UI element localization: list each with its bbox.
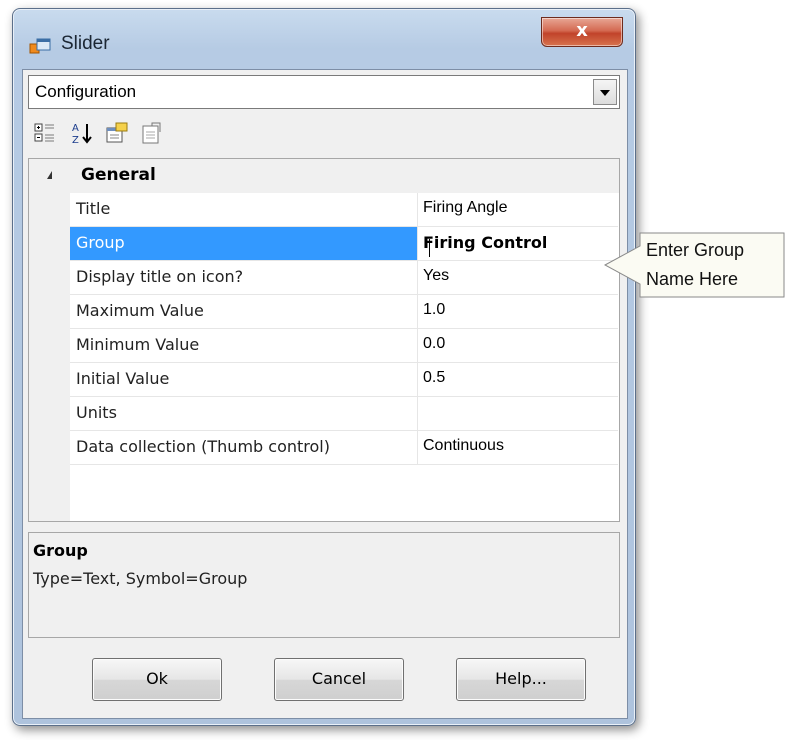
- property-grid-gutter: [29, 159, 70, 521]
- property-value[interactable]: Continuous: [423, 437, 504, 455]
- property-pages-icon[interactable]: [104, 120, 130, 146]
- cancel-button[interactable]: Cancel: [274, 658, 404, 701]
- property-name: Data collection (Thumb control): [76, 437, 330, 456]
- title-bar[interactable]: Slider x: [13, 9, 635, 69]
- text-caret: [429, 239, 430, 257]
- annotation-callout: Enter Group Name Here: [604, 232, 785, 298]
- category-row-general[interactable]: General: [29, 159, 619, 193]
- property-value[interactable]: 0.5: [423, 369, 445, 387]
- property-name: Group: [76, 233, 125, 252]
- group-value-text: Firing Control: [423, 233, 548, 252]
- property-row-units[interactable]: Units: [70, 397, 618, 431]
- category-label: General: [81, 165, 156, 185]
- property-row-display-title[interactable]: Display title on icon? Yes: [70, 261, 618, 295]
- property-pages-disabled-icon[interactable]: [138, 120, 164, 146]
- close-button[interactable]: x: [541, 17, 623, 47]
- property-name: Maximum Value: [76, 301, 204, 320]
- property-row-data-collection[interactable]: Data collection (Thumb control) Continuo…: [70, 431, 618, 465]
- help-button[interactable]: Help...: [456, 658, 586, 701]
- slider-dialog-window: Slider x Configuration A Z General Title…: [12, 8, 636, 726]
- group-value-input[interactable]: Firing Control: [423, 233, 548, 257]
- description-title: Group: [33, 541, 88, 560]
- categorized-icon[interactable]: [32, 120, 58, 146]
- callout-line-2: Name Here: [646, 269, 739, 289]
- property-row-minimum-value[interactable]: Minimum Value 0.0: [70, 329, 618, 363]
- collapse-triangle-icon[interactable]: [47, 171, 52, 179]
- property-name: Minimum Value: [76, 335, 200, 354]
- property-toolbar: A Z: [28, 114, 618, 154]
- dialog-client-area: Configuration A Z General Title Firing A…: [22, 69, 628, 719]
- app-window-icon: [29, 38, 51, 54]
- svg-text:A: A: [72, 123, 79, 134]
- object-selector-combo[interactable]: Configuration: [28, 75, 620, 109]
- object-selector-value: Configuration: [35, 82, 137, 101]
- property-grid: General Title Firing Angle Group Firing …: [28, 158, 620, 522]
- property-value[interactable]: Yes: [423, 267, 449, 285]
- alphabetical-sort-icon[interactable]: A Z: [70, 120, 96, 146]
- property-row-group[interactable]: Group Firing Control: [70, 227, 618, 261]
- window-title: Slider: [61, 33, 110, 54]
- property-value[interactable]: Firing Angle: [423, 199, 508, 217]
- callout-line-1: Enter Group: [646, 240, 745, 260]
- property-value[interactable]: 0.0: [423, 335, 445, 353]
- property-value[interactable]: 1.0: [423, 301, 445, 319]
- property-row-title[interactable]: Title Firing Angle: [70, 193, 618, 227]
- property-row-initial-value[interactable]: Initial Value 0.5: [70, 363, 618, 397]
- callout-text: Enter Group Name Here: [646, 236, 744, 294]
- description-panel: Group Type=Text, Symbol=Group: [28, 532, 620, 638]
- property-name: Units: [76, 403, 117, 422]
- dropdown-arrow-icon[interactable]: [593, 79, 617, 105]
- property-name: Title: [76, 199, 111, 218]
- property-name: Display title on icon?: [76, 267, 244, 286]
- ok-button[interactable]: Ok: [92, 658, 222, 701]
- svg-text:Z: Z: [72, 135, 79, 146]
- property-row-maximum-value[interactable]: Maximum Value 1.0: [70, 295, 618, 329]
- description-text: Type=Text, Symbol=Group: [33, 569, 248, 588]
- property-name: Initial Value: [76, 369, 170, 388]
